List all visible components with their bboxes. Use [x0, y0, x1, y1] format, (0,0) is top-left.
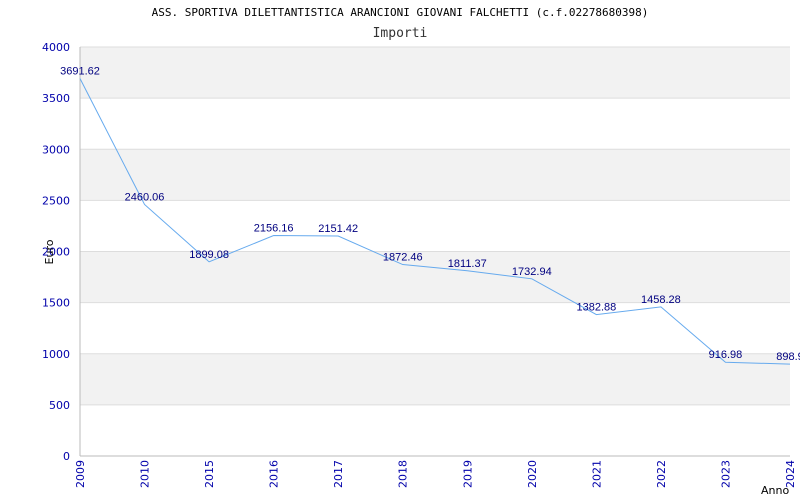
y-axis-label: Euro [43, 239, 56, 264]
y-tick-label: 3500 [42, 92, 70, 105]
grid-band [80, 251, 790, 303]
data-label: 1811.37 [448, 258, 487, 270]
line-chart: 050010001500200025003000350040002009 2010… [42, 41, 800, 497]
x-tick-label: 2019 [461, 460, 474, 488]
data-label: 1899.08 [189, 249, 229, 261]
data-label: 1458.28 [641, 294, 681, 306]
x-tick-label: 2016 [268, 460, 281, 488]
data-label: 1382.88 [576, 302, 616, 314]
data-label: 916.98 [709, 349, 743, 361]
x-tick-label: 2021 [590, 460, 603, 488]
x-tick-label: 2015 [203, 460, 216, 488]
x-tick-label: 2010 [139, 460, 152, 488]
grid-band [80, 353, 790, 405]
data-label: 2156.16 [254, 223, 294, 235]
x-axis-label: Anno [761, 484, 789, 497]
y-tick-label: 3000 [42, 143, 70, 156]
y-tick-label: 500 [49, 399, 70, 412]
data-label: 2151.42 [318, 223, 358, 235]
x-tick-label: 2022 [655, 460, 668, 488]
data-label: 1872.46 [383, 252, 423, 264]
y-tick-label: 4000 [42, 41, 70, 54]
data-label: 2460.06 [125, 191, 165, 203]
series-line [79, 78, 791, 365]
x-tick-label: 2009 [74, 460, 87, 488]
y-tick-label: 2500 [42, 194, 70, 207]
y-tick-label: 1000 [42, 348, 70, 361]
grid-band [80, 149, 790, 201]
data-label: 1732.94 [512, 266, 552, 278]
x-tick-label: 2023 [719, 460, 732, 488]
x-tick-label: 2018 [397, 460, 410, 488]
data-label: 898.9 [776, 351, 800, 363]
x-tick-label: 2017 [332, 460, 345, 488]
y-tick-label: 1500 [42, 297, 70, 310]
x-tick-label: 2020 [526, 460, 539, 488]
grid-band [80, 47, 790, 99]
y-tick-label: 0 [63, 450, 70, 463]
data-label: 3691.62 [60, 66, 100, 78]
